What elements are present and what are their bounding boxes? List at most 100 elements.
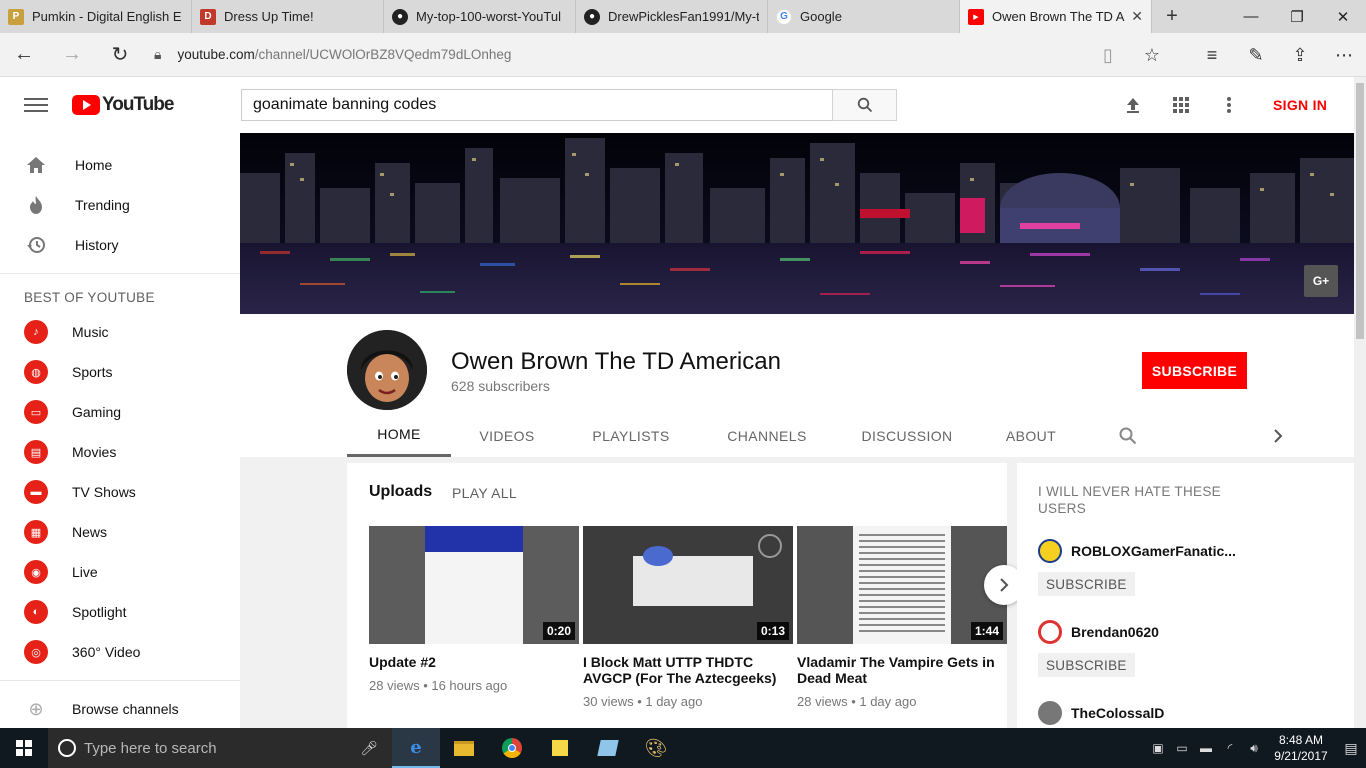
logo-text: YouTube (102, 94, 174, 115)
subscribe-button[interactable]: SUBSCRIBE (1038, 572, 1135, 596)
video-title[interactable]: I Block Matt UTTP THDTC AVGCP (For The A… (583, 654, 793, 686)
browser-tab-active[interactable]: ▶ Owen Brown The TD A ✕ (960, 0, 1152, 33)
video-card[interactable]: 1:44 Vladamir The Vampire Gets in Dead M… (797, 526, 1007, 709)
video-title[interactable]: Update #2 (369, 654, 579, 670)
search-button[interactable] (832, 89, 897, 121)
battery-icon[interactable]: ▬ (1194, 741, 1218, 755)
channel-search-icon[interactable] (1083, 414, 1173, 457)
browser-tab[interactable]: ● My-top-100-worst-YouTul (384, 0, 576, 33)
start-button[interactable] (0, 728, 48, 768)
network-monitor-icon[interactable]: ▣ (1146, 741, 1170, 755)
sidebar-item-label: 360° Video (72, 644, 141, 660)
tab-title: My-top-100-worst-YouTul (416, 9, 561, 24)
paint-icon[interactable]: 🎨︎ (632, 728, 680, 768)
tab-title: Dress Up Time! (224, 9, 314, 24)
display-icon[interactable]: ▭ (1170, 741, 1194, 755)
clock-date: 9/21/2017 (1274, 749, 1328, 763)
new-tab-button[interactable]: + (1152, 0, 1192, 33)
featured-channel[interactable]: TheColossalD (1038, 701, 1164, 725)
sidebar-item-trending[interactable]: Trending (0, 185, 240, 225)
tab-home[interactable]: HOME (347, 414, 451, 457)
video-thumbnail[interactable]: 1:44 (797, 526, 1007, 644)
settings-menu-icon[interactable] (1217, 93, 1241, 117)
back-icon[interactable]: ← (0, 33, 48, 77)
guide-menu-icon[interactable] (24, 98, 48, 112)
tab-playlists[interactable]: PLAYLISTS (563, 414, 699, 457)
sidebar-item-live[interactable]: ◉ Live (0, 552, 240, 592)
video-meta: 30 views • 1 day ago (583, 694, 703, 709)
edge-icon[interactable]: e (392, 728, 440, 768)
hub-icon[interactable]: ≡ (1190, 45, 1234, 66)
url-field[interactable]: 🔒︎ youtube.com/channel/UCWOlOrBZ8VQedm79… (154, 46, 511, 63)
sidebar-item-360-video[interactable]: ◎ 360° Video (0, 632, 240, 672)
youtube-logo[interactable]: YouTube (72, 94, 174, 116)
upload-icon[interactable] (1121, 93, 1145, 117)
sidebar-item-browse-channels[interactable]: ⊕ Browse channels (0, 689, 240, 728)
taskbar-search[interactable]: Type here to search 🎤︎ (48, 728, 392, 768)
video-card[interactable]: 0:20 Update #2 28 views • 16 hours ago (369, 526, 579, 693)
file-explorer-icon[interactable] (440, 728, 488, 768)
featured-channel-name[interactable]: Brendan0620 (1071, 624, 1159, 640)
featured-channel[interactable]: ROBLOXGamerFanatic... (1038, 539, 1236, 563)
close-window-icon[interactable]: ✕ (1320, 0, 1366, 33)
featured-channel[interactable]: Brendan0620 (1038, 620, 1159, 644)
web-note-icon[interactable]: ✎ (1234, 45, 1278, 66)
video-meta: 28 views • 16 hours ago (369, 678, 508, 693)
browser-tab[interactable]: P Pumkin - Digital English E (0, 0, 192, 33)
tab-channels[interactable]: CHANNELS (699, 414, 835, 457)
tab-videos[interactable]: VIDEOS (451, 414, 563, 457)
sign-in-button[interactable]: SIGN IN (1273, 97, 1327, 113)
wifi-icon[interactable]: ◜ (1218, 741, 1242, 755)
close-tab-icon[interactable]: ✕ (1131, 8, 1143, 25)
sidebar-item-music[interactable]: ♪ Music (0, 312, 240, 352)
play-all-button[interactable]: PLAY ALL (452, 485, 517, 501)
featured-channel-name[interactable]: TheColossalD (1071, 705, 1164, 721)
taskbar-clock[interactable]: 8:48 AM 9/21/2017 (1266, 732, 1336, 764)
tab-discussion[interactable]: DISCUSSION (835, 414, 979, 457)
sidebar-item-home[interactable]: Home (0, 145, 240, 185)
refresh-icon[interactable]: ↻ (96, 33, 144, 77)
minimize-icon[interactable]: — (1228, 0, 1274, 33)
sidebar-item-movies[interactable]: ▤ Movies (0, 432, 240, 472)
browser-tab[interactable]: D Dress Up Time! (192, 0, 384, 33)
volume-icon[interactable]: 🔊︎ (1242, 741, 1266, 756)
sticky-notes-icon[interactable] (536, 728, 584, 768)
search-input[interactable]: goanimate banning codes (241, 89, 833, 121)
maximize-icon[interactable]: ❐ (1274, 0, 1320, 33)
video-title[interactable]: Vladamir The Vampire Gets in Dead Meat (797, 654, 1007, 686)
sidebar-item-history[interactable]: History (0, 225, 240, 265)
notes-app-icon[interactable] (584, 728, 632, 768)
home-icon (24, 153, 48, 177)
sidebar-item-tv-shows[interactable]: ▬ TV Shows (0, 472, 240, 512)
forward-icon[interactable]: → (48, 33, 96, 77)
page-scrollbar[interactable] (1354, 77, 1366, 728)
chrome-icon[interactable] (488, 728, 536, 768)
url-domain: youtube.com (177, 47, 255, 62)
featured-channel-name[interactable]: ROBLOXGamerFanatic... (1071, 543, 1236, 559)
sidebar-item-spotlight[interactable]: ◐ Spotlight (0, 592, 240, 632)
more-icon[interactable]: ⋯ (1322, 45, 1366, 66)
google-plus-icon[interactable]: G+ (1304, 265, 1338, 297)
browser-tab[interactable]: ● DrewPicklesFan1991/My-t (576, 0, 768, 33)
share-icon[interactable]: ⇪ (1278, 45, 1322, 66)
tabs-next-chevron-icon[interactable] (1173, 414, 1283, 457)
sidebar-item-gaming[interactable]: ▭ Gaming (0, 392, 240, 432)
sidebar-item-sports[interactable]: ◍ Sports (0, 352, 240, 392)
action-center-icon[interactable]: ▤ (1336, 728, 1366, 768)
video-card[interactable]: 0:13 I Block Matt UTTP THDTC AVGCP (For … (583, 526, 793, 709)
video-thumbnail[interactable]: 0:13 (583, 526, 793, 644)
channel-avatar[interactable] (347, 330, 427, 410)
apps-grid-icon[interactable] (1169, 93, 1193, 117)
favorite-star-icon[interactable]: ☆ (1130, 45, 1174, 66)
sidebar-item-news[interactable]: ▦ News (0, 512, 240, 552)
subscribe-button[interactable]: SUBSCRIBE (1038, 653, 1135, 677)
reading-view-icon[interactable]: ▯ (1086, 45, 1130, 66)
tab-about[interactable]: ABOUT (979, 414, 1083, 457)
microphone-icon[interactable]: 🎤︎ (360, 740, 378, 757)
subscribe-button[interactable]: SUBSCRIBE (1142, 352, 1247, 389)
shelf-title[interactable]: Uploads (369, 483, 432, 501)
browser-tab[interactable]: G Google (768, 0, 960, 33)
scrollbar-thumb[interactable] (1356, 83, 1364, 339)
channel-name: Owen Brown The TD American (451, 348, 781, 375)
video-thumbnail[interactable]: 0:20 (369, 526, 579, 644)
